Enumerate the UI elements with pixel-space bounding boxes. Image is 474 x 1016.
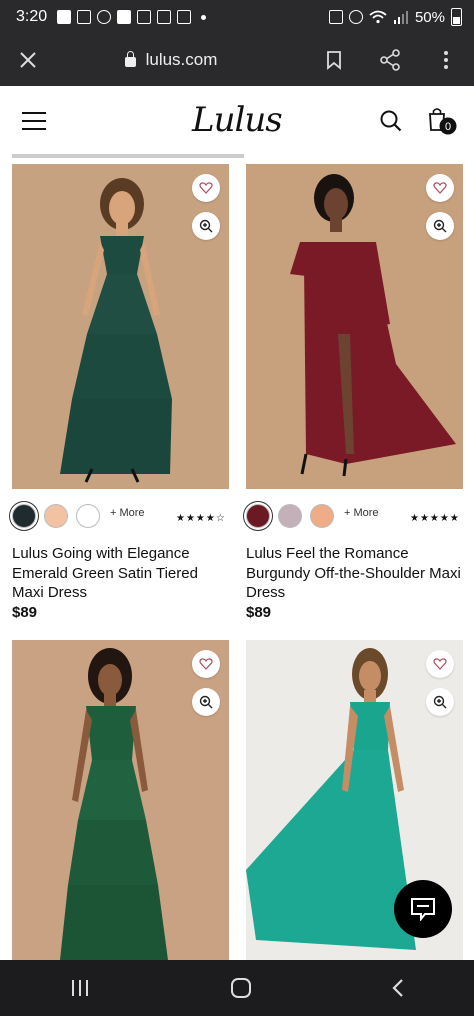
status-bar: 3:20 50% bbox=[0, 0, 474, 34]
site-header: Lulus bbox=[0, 86, 474, 154]
bookmark-button[interactable] bbox=[306, 50, 362, 70]
cart-count: 0 bbox=[445, 121, 451, 133]
close-tab-button[interactable] bbox=[0, 51, 56, 69]
swatch-mauve[interactable] bbox=[278, 504, 302, 528]
lock-icon bbox=[124, 51, 136, 67]
home-icon[interactable] bbox=[230, 977, 252, 999]
site-logo[interactable]: Lulus bbox=[192, 100, 283, 140]
product-title[interactable]: Lulus Going with Elegance Emerald Green … bbox=[12, 544, 232, 603]
favorite-button[interactable] bbox=[192, 650, 220, 678]
product-title[interactable]: Lulus Feel the Romance Burgundy Off-the-… bbox=[246, 544, 466, 603]
zoom-icon bbox=[199, 219, 213, 233]
app-icon bbox=[117, 10, 132, 24]
battery-icon bbox=[451, 8, 462, 26]
zoom-icon bbox=[433, 219, 447, 233]
heart-icon bbox=[199, 182, 213, 194]
chat-icon bbox=[411, 898, 435, 921]
back-icon[interactable] bbox=[391, 978, 405, 998]
battery-percent: 50% bbox=[414, 8, 445, 26]
quick-view-button[interactable] bbox=[426, 212, 454, 240]
scroll-indicator bbox=[12, 154, 244, 158]
heart-icon bbox=[433, 658, 447, 670]
cart-icon[interactable]: 0 bbox=[426, 106, 460, 138]
heart-icon bbox=[433, 182, 447, 194]
missed-call-icon bbox=[157, 10, 172, 24]
mail-icon bbox=[77, 10, 92, 24]
share-icon bbox=[380, 49, 400, 71]
swatch-burgundy[interactable] bbox=[246, 504, 270, 528]
url-bar[interactable]: lulus.com bbox=[56, 50, 286, 70]
favorite-button[interactable] bbox=[426, 174, 454, 202]
sync-icon bbox=[97, 10, 112, 24]
heart-icon bbox=[199, 658, 213, 670]
gmail-icon bbox=[137, 10, 152, 24]
status-time: 3:20 bbox=[16, 8, 48, 25]
quick-view-button[interactable] bbox=[192, 212, 220, 240]
rating-stars: ★★★★★ bbox=[410, 513, 460, 524]
search-icon[interactable] bbox=[380, 110, 402, 132]
system-nav-bar bbox=[0, 960, 474, 1016]
browser-toolbar: lulus.com bbox=[0, 34, 474, 86]
alarm-icon bbox=[328, 10, 343, 24]
product-price: $89 bbox=[12, 604, 38, 621]
quick-view-button[interactable] bbox=[192, 688, 220, 716]
more-colors-link[interactable]: + More bbox=[110, 507, 145, 519]
recent-apps-icon[interactable] bbox=[69, 979, 91, 997]
more-notifications-icon bbox=[201, 14, 207, 20]
product-price: $89 bbox=[246, 604, 272, 621]
download-icon bbox=[177, 10, 192, 24]
share-button[interactable] bbox=[362, 49, 418, 71]
chat-button[interactable] bbox=[394, 880, 452, 938]
swatch-peach[interactable] bbox=[310, 504, 334, 528]
more-colors-link[interactable]: + More bbox=[344, 507, 379, 519]
quick-view-button[interactable] bbox=[426, 688, 454, 716]
menu-icon[interactable] bbox=[22, 112, 46, 130]
color-swatches bbox=[12, 504, 100, 528]
signal-icon bbox=[393, 11, 408, 24]
browser-menu-button[interactable] bbox=[418, 50, 474, 70]
product-image[interactable] bbox=[12, 164, 229, 489]
rating-stars: ★★★★☆ bbox=[176, 513, 226, 524]
swatch-emerald[interactable] bbox=[12, 504, 36, 528]
product-image[interactable] bbox=[12, 640, 229, 960]
swatch-blush[interactable] bbox=[44, 504, 68, 528]
color-swatches bbox=[246, 504, 334, 528]
more-vert-icon bbox=[444, 51, 448, 69]
wifi-icon bbox=[369, 10, 387, 24]
product-image[interactable] bbox=[246, 164, 463, 489]
bookmark-icon bbox=[327, 51, 341, 70]
url-text: lulus.com bbox=[145, 50, 218, 69]
swatch-white[interactable] bbox=[76, 504, 100, 528]
zoom-icon bbox=[433, 695, 447, 709]
mute-icon bbox=[348, 10, 363, 24]
favorite-button[interactable] bbox=[192, 174, 220, 202]
zoom-icon bbox=[199, 695, 213, 709]
close-icon bbox=[20, 52, 36, 68]
notification-icon bbox=[57, 10, 72, 24]
favorite-button[interactable] bbox=[426, 650, 454, 678]
